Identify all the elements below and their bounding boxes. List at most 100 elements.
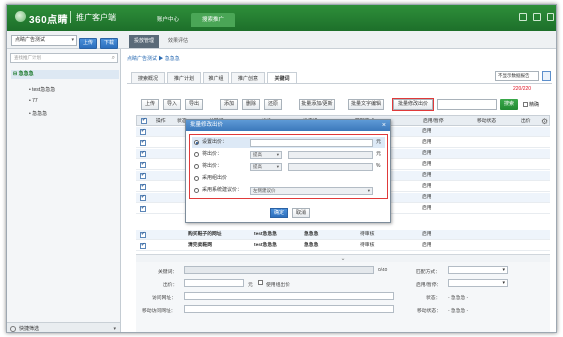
logo-text: 360点睛 <box>29 15 69 26</box>
settings-icon[interactable] <box>519 13 527 21</box>
adjust-percent-input[interactable] <box>288 163 373 171</box>
row-checkbox[interactable] <box>140 205 146 212</box>
select-value: 提高 <box>253 164 262 169</box>
quick-filter-bar[interactable]: 快捷筛选 ▾ <box>7 322 120 332</box>
row-checkbox[interactable] <box>140 242 146 249</box>
match-select[interactable]: ▾ <box>448 266 508 274</box>
report-icon[interactable] <box>542 71 551 81</box>
account-select[interactable]: 点睛广告测试 ▾ <box>11 35 77 46</box>
price-unit: 元 <box>248 283 253 288</box>
dialog-title: 批量修改出价 <box>186 120 390 131</box>
upload-button[interactable]: 上传 <box>141 99 159 110</box>
tree-item[interactable]: • 急急急 <box>29 110 47 117</box>
exact-match-checkbox[interactable]: 精确 <box>523 101 539 108</box>
radio-icon[interactable] <box>194 152 199 157</box>
row-checkbox[interactable] <box>140 172 146 179</box>
chevron-down-icon[interactable]: ▾ <box>113 323 116 332</box>
option-group-price[interactable]: 采用组出价 <box>192 173 385 184</box>
expand-toggle[interactable]: ⌄ <box>136 254 550 262</box>
cell-pause: 启用 <box>422 243 432 248</box>
download-button[interactable]: 下载 <box>100 38 118 49</box>
quick-filter-label: 快捷筛选 <box>19 326 40 332</box>
radio-icon[interactable] <box>194 176 199 181</box>
tree-root-label: 急急急 <box>18 71 34 77</box>
column-header[interactable]: 操作 <box>156 116 166 127</box>
radio-icon[interactable] <box>194 164 199 169</box>
filter-icon <box>10 326 16 332</box>
column-header[interactable]: 出价 <box>521 116 531 127</box>
restore-button[interactable]: 还原 <box>264 99 282 110</box>
tree-item-label: test急急急 <box>32 87 56 93</box>
use-group-price-label: 使用组出价 <box>266 283 290 288</box>
suggested-price-select[interactable]: 左侧建议价 ▾ <box>250 187 373 195</box>
option-adjust-amount[interactable]: 将出价： 提高 ▾ 元 <box>192 149 385 160</box>
option-adjust-percent[interactable]: 将出价： 提高 ▾ % <box>192 161 385 172</box>
set-price-input[interactable] <box>250 139 373 147</box>
keyword-search-input[interactable] <box>437 99 497 110</box>
tab-effect-evaluation[interactable]: 效果评估 <box>163 35 193 48</box>
nav-tab-search-promotion[interactable]: 搜索推广 <box>191 13 235 27</box>
select-all-checkbox[interactable] <box>141 117 147 124</box>
nav-tab-account-center[interactable]: 账户中心 <box>147 13 189 27</box>
minimize-icon[interactable] <box>533 13 541 21</box>
adjust-amount-input[interactable] <box>288 151 373 159</box>
row-checkbox[interactable] <box>140 231 146 238</box>
table-row[interactable]: 购买鞋子的网址 test急急急 急急急 待审核 启用 <box>136 230 550 240</box>
row-checkbox[interactable] <box>140 183 146 190</box>
checkbox-icon <box>523 102 528 108</box>
radio-icon[interactable] <box>194 188 199 193</box>
plan-search-input[interactable]: 查找推广计划 ⌕ <box>10 53 118 63</box>
close-icon[interactable]: × <box>382 120 386 131</box>
pause-select[interactable]: ▾ <box>448 279 508 287</box>
search-button[interactable]: 搜索 <box>500 99 518 110</box>
table-row[interactable]: 清完卖鞋网 test急急急 急急急 待审核 启用 <box>136 241 550 251</box>
batch-price-edit-button[interactable]: 批量修改出价 <box>392 98 434 111</box>
cancel-button[interactable]: 取消 <box>292 208 310 218</box>
search-icon[interactable]: ⌕ <box>112 54 115 62</box>
batch-text-edit-button[interactable]: 批量文字编辑 <box>348 99 384 110</box>
row-checkbox[interactable] <box>140 194 146 201</box>
row-checkbox[interactable] <box>140 150 146 157</box>
export-button[interactable]: 导出 <box>185 99 203 110</box>
close-window-icon[interactable] <box>547 13 554 21</box>
mobile-url-field[interactable] <box>184 305 394 313</box>
tab-delivery-management[interactable]: 投放管理 <box>129 35 159 48</box>
row-checkbox[interactable] <box>140 139 146 146</box>
cell-pause: 启用 <box>422 195 432 200</box>
cell-keyword: 购买鞋子的网址 <box>188 232 222 237</box>
url-field[interactable] <box>184 292 394 300</box>
delete-button[interactable]: 删除 <box>242 99 260 110</box>
url-label: 访问网址： <box>152 296 176 301</box>
tree-item-label: 急急急 <box>32 111 48 117</box>
keyword-field[interactable] <box>184 266 374 274</box>
unit-label: 元 <box>376 151 382 157</box>
option-suggested-price[interactable]: 采用系统建议价： 左侧建议价 ▾ <box>192 185 385 196</box>
match-label: 匹配方式： <box>416 270 440 275</box>
use-group-price-checkbox[interactable] <box>258 280 263 285</box>
price-field[interactable] <box>184 279 244 287</box>
row-checkbox[interactable] <box>140 161 146 168</box>
tree-item[interactable]: • test急急急 <box>29 86 55 93</box>
app-window: 360点睛 推广客户端 账户中心 搜索推广 点睛广告测试 ▾ 上传 下载 投放管… <box>6 4 557 333</box>
cell-pause: 启用 <box>422 162 432 167</box>
column-header[interactable]: 移动状态 <box>477 116 496 127</box>
adjust-direction-select[interactable]: 提高 ▾ <box>250 163 282 171</box>
column-header[interactable]: 启用/暂停 <box>423 116 444 127</box>
option-set-price[interactable]: 设置出价： 元 <box>192 137 385 148</box>
gear-icon[interactable]: ⚙ <box>541 117 548 126</box>
import-button[interactable]: 导入 <box>163 99 181 110</box>
breadcrumb[interactable]: 点睛广告测试 ▶ 急急急 <box>127 55 180 62</box>
adjust-direction-select[interactable]: 提高 ▾ <box>250 151 282 159</box>
radio-icon[interactable] <box>194 140 199 145</box>
row-checkbox[interactable] <box>140 128 146 135</box>
cell-pause: 启用 <box>422 173 432 178</box>
batch-add-update-button[interactable]: 批量添加/更新 <box>299 99 335 110</box>
confirm-button[interactable]: 确定 <box>270 208 288 218</box>
tree-root-item[interactable]: ⊟ 急急急 <box>11 70 119 79</box>
report-select[interactable]: 不显示数据报告 <box>495 71 539 81</box>
upload-button[interactable]: 上传 <box>79 38 97 49</box>
tree-item[interactable]: • 77 <box>29 98 38 104</box>
price-label: 出价： <box>163 283 178 288</box>
add-button[interactable]: 添加 <box>220 99 238 110</box>
logo-divider <box>70 11 71 23</box>
